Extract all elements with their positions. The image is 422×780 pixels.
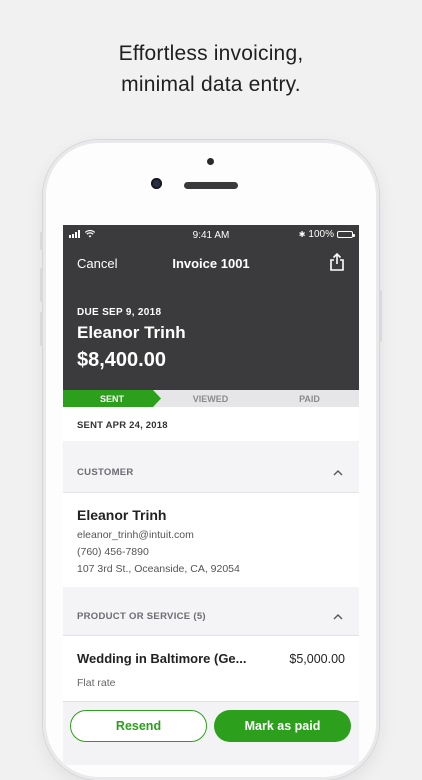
volume-up-button (40, 268, 43, 302)
front-camera-icon (151, 178, 162, 189)
bluetooth-icon: ✱ (298, 230, 306, 239)
divider (63, 635, 359, 636)
divider (63, 492, 359, 493)
action-footer: Resend Mark as paid (63, 701, 359, 765)
status-right: ✱ 100% (298, 229, 355, 240)
progress-step-sent: SENT (63, 390, 161, 407)
cancel-button[interactable]: Cancel (77, 256, 117, 271)
product-detail: Flat rate (77, 677, 116, 689)
battery-icon (337, 231, 355, 238)
mark-as-paid-button[interactable]: Mark as paid (214, 710, 351, 742)
power-button (379, 290, 382, 342)
invoice-status-progress: SENT VIEWED PAID (63, 390, 359, 407)
battery-percent: 100% (308, 229, 334, 240)
product-name: Wedding in Baltimore (Ge... (77, 651, 247, 666)
volume-down-button (40, 312, 43, 346)
proximity-sensor (207, 158, 214, 165)
resend-button[interactable]: Resend (70, 710, 207, 742)
progress-step-paid: PAID (299, 393, 320, 404)
customer-email: eleanor_trinh@intuit.com (77, 529, 194, 541)
mute-switch (40, 232, 43, 250)
app-screen: 9:41 AM ✱ 100% Cancel Invoice 1001 DUE S… (63, 225, 359, 765)
status-bar: 9:41 AM ✱ 100% (63, 225, 359, 245)
customer-name: Eleanor Trinh (77, 507, 167, 523)
earpiece-speaker (184, 182, 238, 189)
due-date: DUE SEP 9, 2018 (77, 307, 162, 318)
headline-line-2: minimal data entry. (121, 73, 301, 96)
sent-date: SENT APR 24, 2018 (77, 420, 168, 431)
product-section-label: PRODUCT OR SERVICE (5) (77, 611, 206, 622)
chevron-up-icon[interactable] (333, 612, 343, 622)
customer-phone: (760) 456-7890 (77, 546, 149, 558)
customer-section-label: CUSTOMER (77, 467, 134, 478)
share-icon[interactable] (329, 253, 345, 271)
customer-address: 107 3rd St., Oceanside, CA, 92054 (77, 563, 240, 575)
chevron-up-icon[interactable] (333, 468, 343, 478)
marketing-headline: Effortless invoicing, minimal data entry… (0, 38, 422, 100)
header-customer-name: Eleanor Trinh (77, 323, 186, 342)
invoice-amount: $8,400.00 (77, 349, 166, 371)
invoice-header: Cancel Invoice 1001 DUE SEP 9, 2018 Elea… (63, 245, 359, 390)
product-amount: $5,000.00 (289, 652, 345, 666)
progress-step-viewed: VIEWED (192, 393, 229, 404)
headline-line-1: Effortless invoicing, (118, 42, 304, 65)
